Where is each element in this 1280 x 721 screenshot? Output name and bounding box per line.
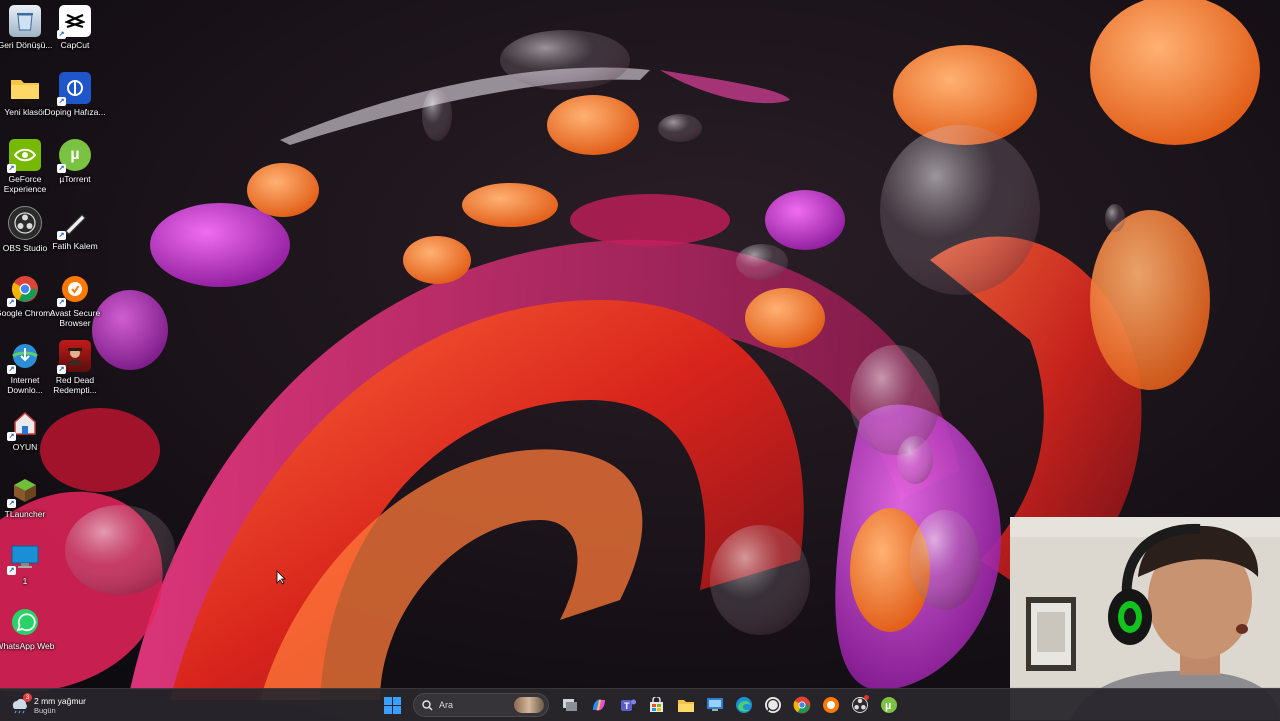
- tlauncher-icon: ↗: [7, 474, 41, 508]
- desktop-icon-obs[interactable]: OBS Studio: [0, 206, 50, 268]
- chrome-icon: [793, 696, 810, 714]
- recycle-bin-icon: [9, 5, 41, 37]
- search-highlight-image: [514, 697, 544, 713]
- whatsapp-taskbar-button[interactable]: [760, 692, 786, 718]
- task-view-button[interactable]: [557, 692, 583, 718]
- desktop-icon-whatsapp-web[interactable]: WhatsApp Web: [0, 606, 54, 668]
- taskbar: 3 2 mm yağmur Bugün Ara T µ: [0, 688, 1280, 721]
- desktop-icon-1[interactable]: ↗ 1: [0, 541, 50, 603]
- taskbar-search-box[interactable]: Ara: [413, 693, 549, 717]
- utorrent-icon: µ ↗: [57, 139, 91, 173]
- svg-text:T: T: [624, 701, 630, 711]
- svg-text:µ: µ: [885, 700, 891, 712]
- obs-icon: [8, 206, 42, 240]
- task-view-icon: [562, 699, 577, 711]
- desktop-icon-red-dead[interactable]: ↗ Red Dead Redempti...: [50, 340, 100, 402]
- desktop-icon-fatih-kalem[interactable]: ↗ Fatih Kalem: [50, 206, 100, 268]
- store-icon: [650, 696, 663, 712]
- remote-desktop-button[interactable]: [702, 692, 728, 718]
- taskbar-center: Ara T µ: [378, 692, 903, 718]
- chrome-icon: ↗: [7, 273, 41, 307]
- utorrent-icon: µ: [880, 697, 897, 713]
- start-button[interactable]: [380, 692, 406, 718]
- store-button[interactable]: [644, 692, 670, 718]
- weather-main-text: 2 mm yağmur: [34, 695, 86, 706]
- recording-indicator-icon: [863, 695, 869, 700]
- desktop-icon-geforce[interactable]: ↗ GeForce Experience: [0, 139, 50, 201]
- desktop-icon-avast-browser[interactable]: ↗ Avast Secure Browser: [50, 273, 100, 335]
- desktop-icon-capcut[interactable]: ↗ CapCut: [50, 5, 100, 67]
- capcut-icon: ↗: [57, 5, 91, 39]
- mouse-cursor-icon: [276, 570, 286, 585]
- teams-button[interactable]: T: [615, 692, 641, 718]
- desktop-icon-oyun[interactable]: ↗ OYUN: [0, 407, 50, 469]
- weather-widget[interactable]: 3 2 mm yağmur Bugün: [10, 692, 86, 718]
- search-icon: [422, 699, 433, 710]
- desktop-icon-doping-hafiza[interactable]: ↗ Doping Hafıza...: [45, 72, 105, 134]
- remote-desktop-icon: [706, 698, 723, 711]
- game-folder-icon: ↗: [7, 407, 41, 441]
- folder-icon: [9, 72, 41, 104]
- teams-icon: T: [620, 699, 636, 711]
- edge-button[interactable]: [731, 692, 757, 718]
- avast-icon: [822, 697, 839, 713]
- whatsapp-icon: [9, 606, 41, 638]
- whatsapp-icon: [764, 697, 781, 713]
- copilot-button[interactable]: [586, 692, 612, 718]
- red-dead-icon: ↗: [57, 340, 91, 374]
- desktop-icon-internet-download-manager[interactable]: ↗ Internet Downlo...: [0, 340, 50, 402]
- desktop-icon-google-chrome[interactable]: ↗ Google Chrome: [0, 273, 55, 335]
- weather-badge: 3: [23, 693, 32, 702]
- obs-taskbar-button[interactable]: [847, 692, 873, 718]
- chrome-taskbar-button[interactable]: [789, 692, 815, 718]
- edge-icon: [735, 697, 752, 713]
- copilot-icon: [592, 699, 605, 711]
- desktop-icon-tlauncher[interactable]: ↗ TLauncher: [0, 474, 50, 536]
- weather-sub-text: Bugün: [34, 705, 56, 715]
- start-icon: [384, 696, 401, 714]
- internet-download-manager-icon: ↗: [7, 340, 41, 374]
- file-explorer-button[interactable]: [673, 692, 699, 718]
- avast-browser-icon: ↗: [57, 273, 91, 307]
- pen-icon: ↗: [57, 206, 91, 240]
- avast-taskbar-button[interactable]: [818, 692, 844, 718]
- search-placeholder: Ara: [439, 700, 454, 710]
- doping-hafiza-icon: ↗: [57, 72, 91, 106]
- geforce-icon: ↗: [7, 139, 41, 173]
- desktop-icon-recycle-bin[interactable]: Geri Dönüşü...: [0, 5, 52, 67]
- monitor-icon: ↗: [7, 541, 41, 575]
- rain-cloud-icon: 3: [10, 693, 32, 714]
- utorrent-taskbar-button[interactable]: µ: [876, 692, 902, 718]
- desktop-icon-yeni-klasor[interactable]: Yeni klasör: [0, 72, 50, 134]
- file-explorer-icon: [677, 699, 694, 712]
- desktop-icon-utorrent[interactable]: µ ↗ µTorrent: [50, 139, 100, 201]
